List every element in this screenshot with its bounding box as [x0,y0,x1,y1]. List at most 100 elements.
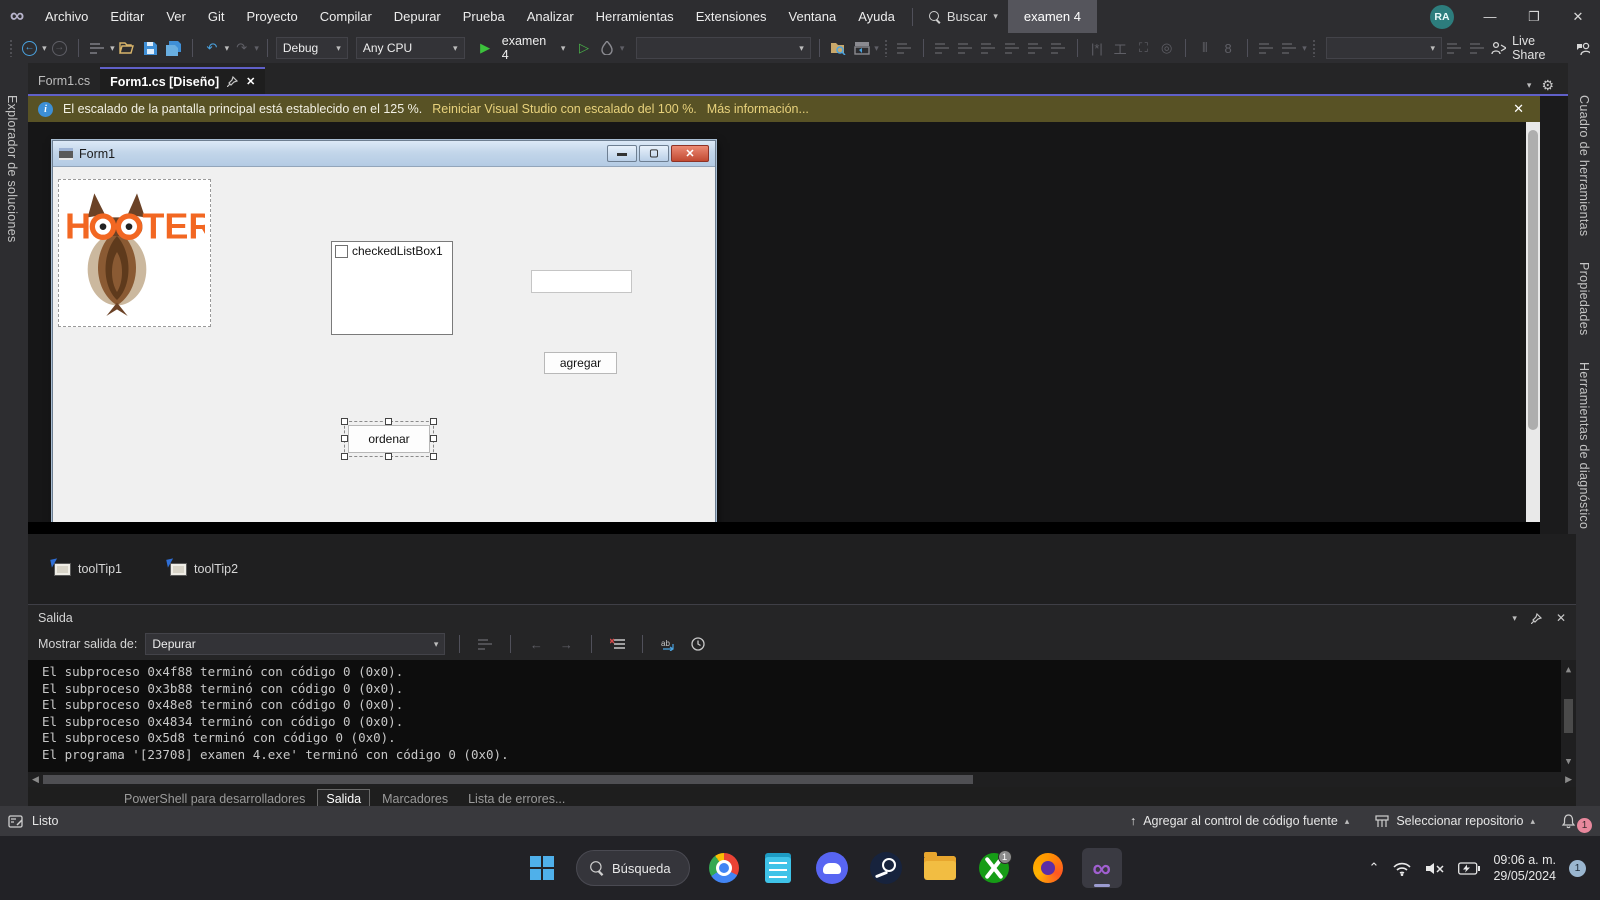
start-without-debugging-button[interactable]: ▷ [573,37,594,59]
save-icon[interactable] [140,37,161,59]
tab-list-dropdown-icon[interactable]: ▾ [1527,80,1532,91]
infobar-restart-link[interactable]: Reiniciar Visual Studio con escalado del… [432,102,697,116]
empty-dropdown[interactable]: ▾ [1326,37,1442,59]
taskbar-clock[interactable]: 09:06 a. m. 29/05/2024 [1493,852,1556,884]
scroll-down-icon[interactable]: ▼ [1566,754,1571,771]
output-horizontal-scrollbar[interactable]: ◀ ▶ [28,772,1576,787]
select-repository-button[interactable]: Seleccionar repositorio ▴ [1375,814,1535,828]
menu-compilar[interactable]: Compilar [309,0,383,33]
resize-handle[interactable] [385,453,392,460]
chevron-down-icon[interactable]: ▾ [110,43,115,54]
tab-lista-errores[interactable]: Lista de errores... [460,790,573,808]
output-source-dropdown[interactable]: Depurar▾ [145,633,445,655]
discord-app-button[interactable] [812,848,852,888]
picturebox-hooters-logo[interactable]: H TERS [58,179,211,327]
resize-handle[interactable] [430,418,437,425]
checkbox-icon[interactable] [335,245,348,258]
chevron-down-icon[interactable]: ▾ [225,43,230,54]
solution-platform-dropdown[interactable]: Any CPU▾ [356,37,465,59]
menu-analizar[interactable]: Analizar [516,0,585,33]
properties-vertical-tab[interactable]: Propiedades [1577,262,1591,336]
user-avatar[interactable]: RA [1430,5,1454,29]
timestamp-icon[interactable] [687,633,709,655]
menu-prueba[interactable]: Prueba [452,0,516,33]
menu-ventana[interactable]: Ventana [778,0,848,33]
start-button[interactable] [522,848,562,888]
output-vertical-scrollbar[interactable]: ▲ ▼ [1561,660,1576,772]
undo-icon[interactable]: ↶ [201,37,222,59]
designed-form-window[interactable]: Form1 ▬ ▢ ✕ [52,140,716,522]
diagnostics-vertical-tab[interactable]: Herramientas de diagnóstico [1577,362,1591,529]
menu-git[interactable]: Git [197,0,236,33]
notifications-button[interactable]: 1 [1561,810,1592,833]
output-text-area[interactable]: El subproceso 0x4f88 terminó con código … [28,660,1576,772]
add-to-source-control-button[interactable]: ↑ Agregar al control de código fuente ▴ [1130,814,1349,828]
new-project-icon[interactable] [87,37,108,59]
form-close-button[interactable]: ✕ [671,145,709,162]
battery-icon[interactable] [1458,862,1480,875]
window-position-dropdown-icon[interactable]: ▾ [1512,613,1517,624]
checked-list-box[interactable]: checkedListBox1 [331,241,453,335]
start-debugging-button[interactable]: ▶ [475,37,496,59]
tab-form1-cs-design[interactable]: Form1.cs [Diseño] ✕ [100,67,265,94]
designer-vertical-scrollbar[interactable] [1526,122,1540,522]
save-all-icon[interactable] [163,37,184,59]
search-control[interactable]: Buscar ▾ [919,9,1008,24]
form-client-area[interactable]: H TERS checkedListBox1 agregar ordenar [53,167,715,522]
menu-extensiones[interactable]: Extensiones [685,0,778,33]
tray-item-tooltip2[interactable]: toolTip2 [170,562,238,576]
empty-dropdown[interactable]: ▾ [636,37,810,59]
tray-item-tooltip1[interactable]: toolTip1 [54,562,122,576]
ordenar-button[interactable]: ordenar [348,425,430,453]
menu-ayuda[interactable]: Ayuda [847,0,906,33]
tab-marcadores[interactable]: Marcadores [374,790,456,808]
pin-icon[interactable] [1531,613,1542,624]
form-minimize-button[interactable]: ▬ [607,145,637,162]
live-share-label[interactable]: Live Share [1512,34,1569,62]
sync-with-active-document-icon[interactable] [851,37,872,59]
tray-chevron-up-icon[interactable]: ⌃ [1369,860,1380,876]
solution-configuration-dropdown[interactable]: Debug▾ [276,37,348,59]
clear-all-icon[interactable] [606,633,628,655]
resize-handle[interactable] [341,418,348,425]
close-button[interactable]: ✕ [1556,0,1600,33]
textbox-control[interactable] [531,270,632,293]
menu-depurar[interactable]: Depurar [383,0,452,33]
form-title-bar[interactable]: Form1 ▬ ▢ ✕ [53,141,715,167]
tab-form1-cs[interactable]: Form1.cs [28,67,100,94]
steam-app-button[interactable] [866,848,906,888]
close-tab-icon[interactable]: ✕ [246,75,255,88]
chrome-app-button[interactable] [704,848,744,888]
firefox-app-button[interactable] [1028,848,1068,888]
restore-button[interactable]: ❐ [1512,0,1556,33]
wifi-icon[interactable] [1392,861,1412,876]
minimize-button[interactable]: — [1468,0,1512,33]
taskbar-notification-badge[interactable]: 1 [1569,860,1586,877]
menu-ver[interactable]: Ver [155,0,197,33]
tab-powershell[interactable]: PowerShell para desarrolladores [116,790,313,808]
chevron-down-icon[interactable]: ▾ [561,43,566,54]
scroll-right-icon[interactable]: ▶ [1565,774,1572,785]
gear-icon[interactable]: ⚙ [1541,77,1554,94]
pin-icon[interactable] [227,76,238,87]
toolbar-grip[interactable] [884,39,889,57]
toolbar-grip[interactable] [1312,39,1317,57]
toolbar-grip[interactable] [9,39,14,57]
toolbox-vertical-tab[interactable]: Cuadro de herramientas [1577,95,1591,236]
resize-handle[interactable] [341,435,348,442]
volume-muted-icon[interactable] [1425,861,1445,876]
scroll-left-icon[interactable]: ◀ [32,774,39,785]
open-file-icon[interactable] [117,37,138,59]
menu-editar[interactable]: Editar [99,0,155,33]
agregar-button[interactable]: agregar [544,352,617,374]
solution-explorer-vertical-tab[interactable]: Explorador de soluciones [5,95,19,243]
designer-tray-splitter[interactable] [28,522,1540,534]
close-panel-icon[interactable]: ✕ [1556,611,1566,625]
word-wrap-icon[interactable]: ab [657,633,679,655]
run-target-label[interactable]: examen 4 [502,34,555,62]
visual-studio-app-button[interactable]: ∞ [1082,848,1122,888]
form-maximize-button[interactable]: ▢ [639,145,669,162]
notepad-app-button[interactable] [758,848,798,888]
find-in-files-icon[interactable] [828,37,849,59]
infobar-more-info-link[interactable]: Más información... [707,102,809,116]
